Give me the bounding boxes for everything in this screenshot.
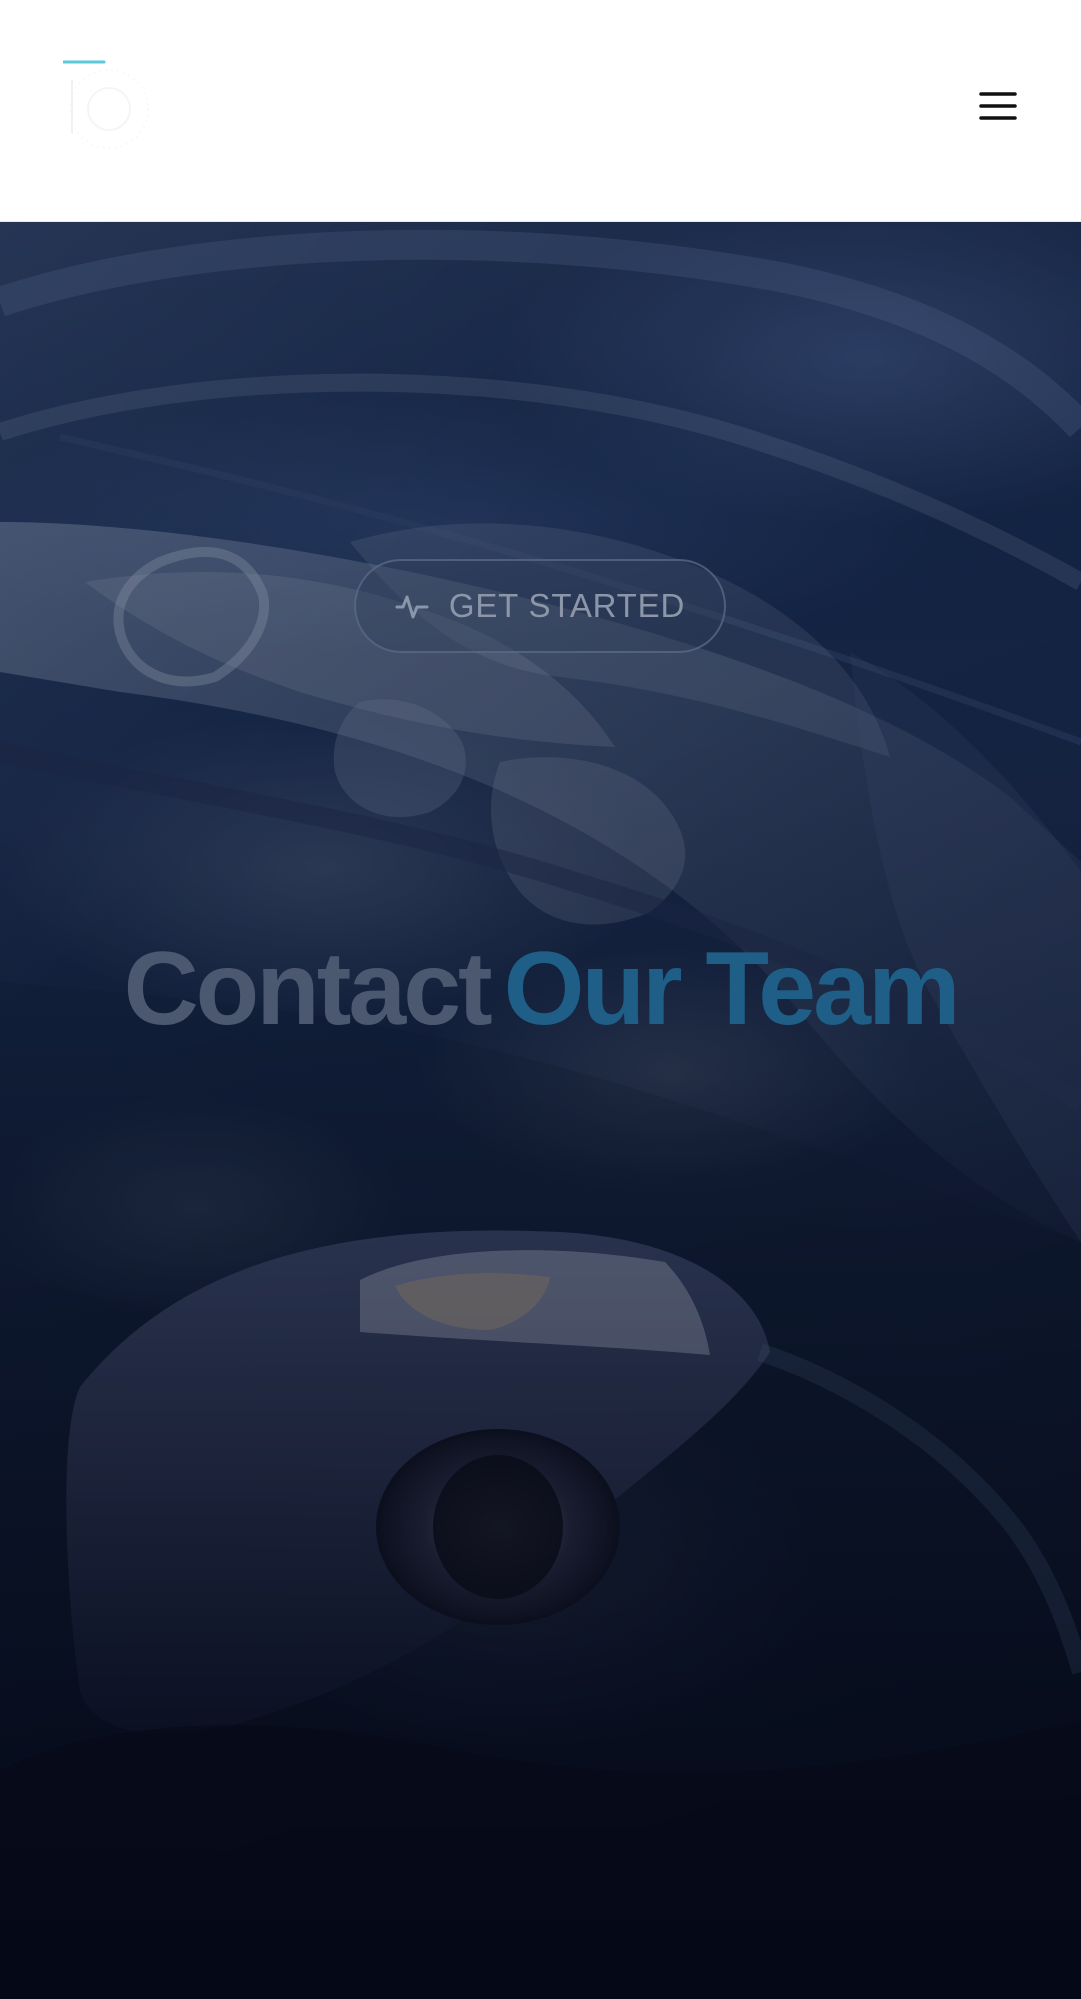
car-headlight-background-image: [0, 229, 1081, 1920]
circle-logo-icon: [61, 60, 149, 149]
activity-icon: [395, 595, 429, 619]
footer-band: [0, 1920, 1081, 1999]
hero-section: GET STARTED Contact Our Team: [0, 222, 1081, 1920]
hero-title-main: Contact: [123, 930, 493, 1047]
site-header: [0, 0, 1081, 222]
hero-title: Contact Our Team: [0, 937, 1081, 1041]
menu-button[interactable]: [978, 87, 1018, 127]
page: GET STARTED Contact Our Team: [0, 0, 1081, 1999]
logo[interactable]: [61, 59, 153, 155]
hamburger-menu-icon: [979, 92, 1017, 120]
get-started-button[interactable]: GET STARTED: [354, 559, 726, 653]
hero-title-accent: Our Team: [503, 930, 961, 1047]
get-started-label: GET STARTED: [448, 587, 686, 624]
